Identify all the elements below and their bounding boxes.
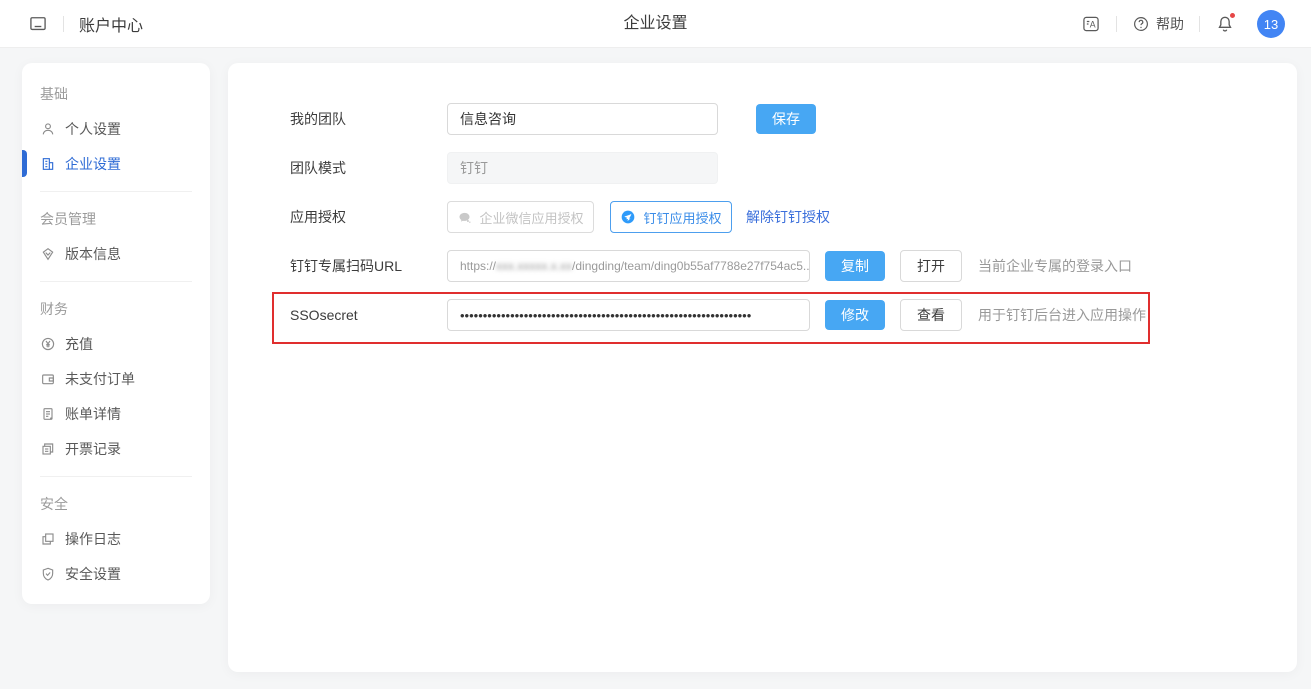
sso-secret-input[interactable]: [447, 299, 810, 331]
wechat-work-icon: [457, 210, 472, 225]
notification-bell-icon[interactable]: [1215, 14, 1235, 34]
qr-url-help-text: 当前企业专属的登录入口: [978, 256, 1132, 276]
sidebar-item-label: 充值: [65, 334, 93, 354]
sidebar-item-invoice-records[interactable]: 开票记录: [40, 431, 192, 466]
notification-dot: [1229, 12, 1236, 19]
svg-text:A: A: [1090, 19, 1096, 29]
sidebar-item-personal-settings[interactable]: 个人设置: [40, 111, 192, 146]
topbar: 账户中心 企业设置 A 帮助: [0, 0, 1311, 48]
dingtalk-auth-button[interactable]: 钉钉应用授权: [610, 201, 732, 233]
sidebar-item-label: 账单详情: [65, 404, 121, 424]
sidebar-item-label: 版本信息: [65, 244, 121, 264]
sidebar-item-label: 开票记录: [65, 439, 121, 459]
shield-check-icon: [40, 566, 56, 582]
sidebar-item-operation-log[interactable]: 操作日志: [40, 521, 192, 556]
dingtalk-icon: [620, 209, 636, 225]
url-masked-domain: xxx.xxxxx.x.xx: [496, 259, 572, 273]
view-secret-button[interactable]: 查看: [900, 299, 962, 331]
topbar-divider: [1116, 16, 1117, 32]
help-button[interactable]: 帮助: [1132, 14, 1184, 34]
dingtalk-auth-label: 钉钉应用授权: [643, 208, 721, 227]
wechat-work-auth-button[interactable]: 企业微信应用授权: [447, 201, 594, 233]
wechat-work-auth-label: 企业微信应用授权: [479, 208, 583, 227]
sso-secret-help-text: 用于钉钉后台进入应用操作: [978, 305, 1146, 325]
topbar-divider: [63, 16, 64, 32]
unbind-dingtalk-link[interactable]: 解除钉钉授权: [746, 207, 830, 227]
translate-icon[interactable]: A: [1081, 14, 1101, 34]
sidebar-item-label: 未支付订单: [65, 369, 135, 389]
question-circle-icon: [1132, 15, 1150, 33]
enterprise-settings-panel: 我的团队 保存 团队模式 钉钉 应用授权 企业微信应用授权: [228, 63, 1297, 672]
sidebar-section-membership: 会员管理: [40, 202, 192, 236]
avatar[interactable]: 13: [1257, 10, 1285, 38]
sidebar-item-label: 操作日志: [65, 529, 121, 549]
team-mode-row: 团队模式 钉钉: [290, 152, 1297, 184]
sidebar-item-recharge[interactable]: 充值: [40, 326, 192, 361]
topbar-left: 账户中心: [28, 0, 143, 48]
help-label: 帮助: [1156, 14, 1184, 34]
sso-secret-row: SSOsecret 修改 查看 用于钉钉后台进入应用操作: [290, 299, 1297, 331]
yuan-circle-icon: [40, 336, 56, 352]
modify-secret-button[interactable]: 修改: [825, 300, 885, 330]
sidebar: 基础 个人设置 企业设置 会员管理: [22, 63, 210, 604]
topbar-right: A 帮助 13: [1081, 0, 1285, 48]
bill-document-icon: [40, 406, 56, 422]
page-title: 企业设置: [623, 0, 687, 48]
my-team-label: 我的团队: [290, 109, 447, 129]
sidebar-section-security: 安全: [40, 487, 192, 521]
sidebar-item-label: 个人设置: [65, 119, 121, 139]
qr-url-row: 钉钉专属扫码URL https://xxx.xxxxx.x.xx/dingdin…: [290, 250, 1297, 282]
app-title: 账户中心: [79, 12, 143, 36]
wallet-icon: [40, 371, 56, 387]
monitor-icon[interactable]: [28, 14, 48, 34]
sidebar-item-enterprise-settings[interactable]: 企业设置: [40, 146, 192, 181]
sidebar-divider: [40, 476, 192, 477]
save-button[interactable]: 保存: [756, 104, 816, 134]
team-mode-value: 钉钉: [447, 152, 718, 184]
sidebar-item-unpaid-orders[interactable]: 未支付订单: [40, 361, 192, 396]
open-url-button[interactable]: 打开: [900, 250, 962, 282]
sidebar-divider: [40, 191, 192, 192]
sidebar-item-label: 安全设置: [65, 564, 121, 584]
my-team-input[interactable]: [447, 103, 718, 135]
url-path: /dingding/team/ding0b55af7788e27f754ac5.…: [572, 259, 810, 273]
my-team-row: 我的团队 保存: [290, 103, 1297, 135]
app-auth-row: 应用授权 企业微信应用授权 钉钉应用授权 解除钉钉授权: [290, 201, 1297, 233]
gem-icon: [40, 246, 56, 262]
building-icon: [40, 156, 56, 172]
log-copy-icon: [40, 531, 56, 547]
sidebar-item-version-info[interactable]: 版本信息: [40, 236, 192, 271]
sidebar-item-label: 企业设置: [65, 154, 121, 174]
invoice-icon: [40, 441, 56, 457]
team-mode-label: 团队模式: [290, 158, 447, 178]
app-auth-label: 应用授权: [290, 207, 447, 227]
sidebar-item-bill-details[interactable]: 账单详情: [40, 396, 192, 431]
person-icon: [40, 121, 56, 137]
qr-url-input[interactable]: https://xxx.xxxxx.x.xx/dingding/team/din…: [447, 250, 810, 282]
sso-secret-label: SSOsecret: [290, 307, 447, 323]
sidebar-item-security-settings[interactable]: 安全设置: [40, 556, 192, 591]
copy-url-button[interactable]: 复制: [825, 251, 885, 281]
url-prefix: https://: [460, 259, 496, 273]
sidebar-divider: [40, 281, 192, 282]
qr-url-label: 钉钉专属扫码URL: [290, 256, 447, 276]
sidebar-section-basic: 基础: [40, 77, 192, 111]
sidebar-section-finance: 财务: [40, 292, 192, 326]
topbar-divider: [1199, 16, 1200, 32]
active-indicator: [22, 150, 27, 177]
